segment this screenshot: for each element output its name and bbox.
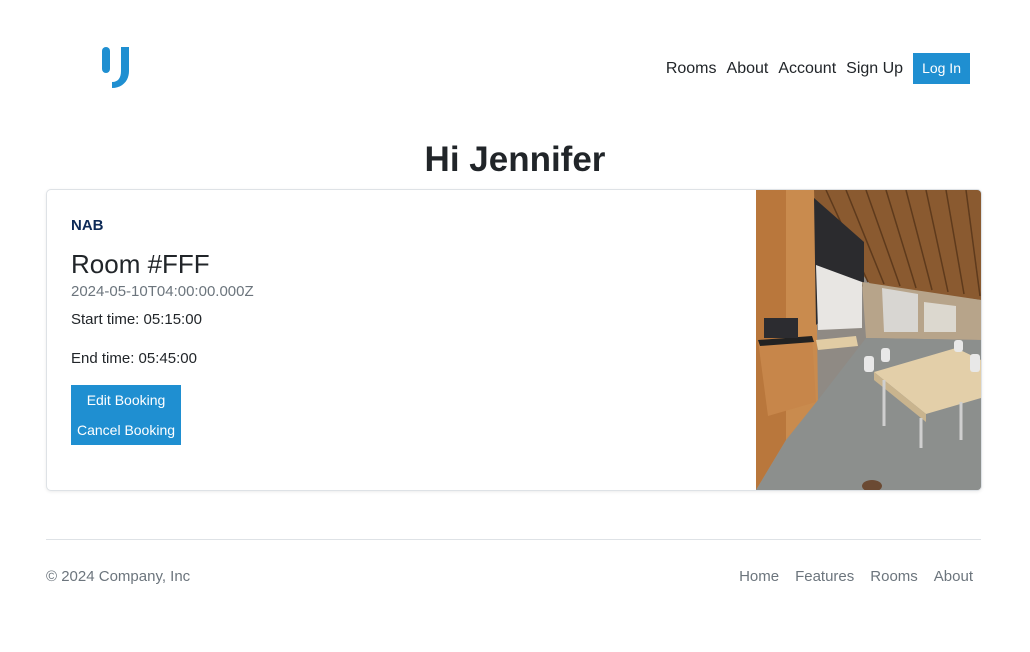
booking-date: 2024-05-10T04:00:00.000Z	[71, 283, 254, 300]
page: Rooms About Account Sign Up Log In Hi Je…	[0, 0, 1030, 652]
footer-nav: Home Features Rooms About	[723, 566, 973, 588]
brand-logo-icon[interactable]	[101, 46, 135, 90]
copyright: © 2024 Company, Inc	[46, 568, 191, 585]
nav-link-rooms[interactable]: Rooms	[666, 53, 717, 84]
login-button[interactable]: Log In	[913, 53, 970, 84]
footer-link-about[interactable]: About	[934, 566, 973, 588]
footer-link-features[interactable]: Features	[795, 566, 854, 588]
booking-actions: Edit Booking Cancel Booking	[71, 385, 181, 445]
footer-link-rooms[interactable]: Rooms	[870, 566, 918, 588]
building-label: NAB	[71, 217, 104, 234]
page-title: Hi Jennifer	[424, 140, 606, 179]
footer-link-home[interactable]: Home	[739, 566, 779, 588]
room-title: Room #FFF	[71, 249, 210, 279]
booking-card-body: NAB Room #FFF 2024-05-10T04:00:00.000Z S…	[71, 216, 731, 445]
nav-link-about[interactable]: About	[727, 53, 769, 84]
edit-booking-button[interactable]: Edit Booking	[71, 385, 181, 416]
top-nav: Rooms About Account Sign Up Log In	[666, 53, 970, 84]
booking-card: NAB Room #FFF 2024-05-10T04:00:00.000Z S…	[46, 189, 982, 491]
nav-link-sign-up[interactable]: Sign Up	[846, 53, 903, 84]
footer-divider	[46, 539, 981, 540]
nav-link-account[interactable]: Account	[778, 53, 836, 84]
cancel-booking-button[interactable]: Cancel Booking	[71, 416, 181, 445]
room-photo	[756, 190, 981, 490]
start-time: Start time: 05:15:00	[71, 311, 202, 328]
end-time: End time: 05:45:00	[71, 350, 197, 367]
